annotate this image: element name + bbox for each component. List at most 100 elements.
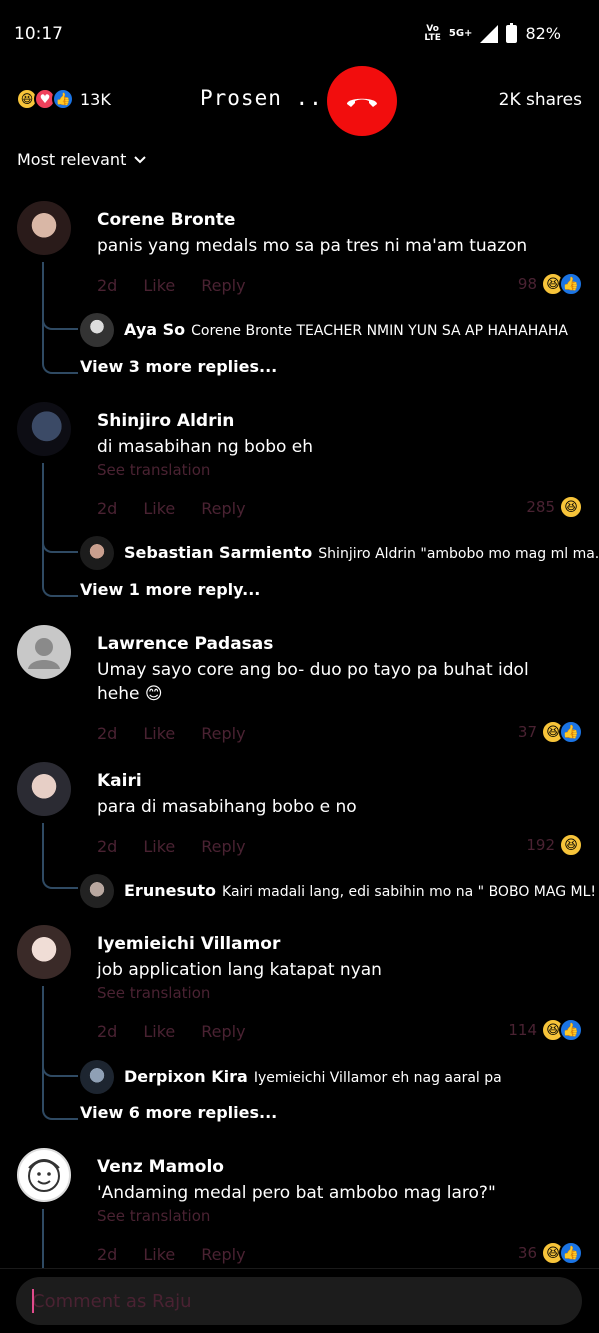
reaction-number: 37 xyxy=(517,723,537,741)
reaction-count[interactable]: 192 😆 xyxy=(526,833,583,857)
reaction-number: 36 xyxy=(517,1244,537,1262)
view-more-replies[interactable]: View 6 more replies... xyxy=(80,1103,277,1122)
avatar[interactable] xyxy=(17,625,71,679)
thread-branch xyxy=(42,1086,78,1120)
reply-button[interactable]: Reply xyxy=(201,1022,245,1041)
end-call-button[interactable] xyxy=(327,66,397,136)
comment-composer xyxy=(0,1268,599,1333)
sort-label: Most relevant xyxy=(17,150,127,169)
avatar[interactable] xyxy=(80,874,114,908)
haha-reaction-icon: 😆 xyxy=(559,495,583,519)
comment-time: 2d xyxy=(97,1245,118,1264)
avatar[interactable] xyxy=(17,762,71,816)
comment-input[interactable] xyxy=(16,1277,582,1325)
like-button[interactable]: Like xyxy=(143,837,175,856)
comment-text: di masabihan ng bobo eh xyxy=(97,437,314,457)
reaction-count: 13K xyxy=(80,89,111,109)
default-avatar-icon xyxy=(28,638,60,669)
see-translation-link[interactable]: See translation xyxy=(97,461,210,479)
like-button[interactable]: Like xyxy=(143,724,175,743)
reply-text: Iyemieichi Villamor eh nag aaral pa xyxy=(253,1070,502,1086)
like-reaction-icon: 👍 xyxy=(52,88,74,110)
comment-actions: 2d Like Reply xyxy=(97,837,246,856)
avatar[interactable] xyxy=(17,201,71,255)
reaction-count[interactable]: 36 😆 👍 xyxy=(518,1241,583,1265)
reply-button[interactable]: Reply xyxy=(201,499,245,518)
comment-text: 'Andaming medal pero bat ambobo mag laro… xyxy=(97,1183,496,1203)
page-title: Prosen ... xyxy=(200,86,337,110)
reaction-summary[interactable]: 😆 ♥ 👍 13K xyxy=(16,88,111,110)
reaction-number: 114 xyxy=(508,1021,537,1039)
reply-text: Shinjiro Aldrin "ambobo mo mag ml ma... xyxy=(318,546,599,562)
avatar[interactable] xyxy=(80,1060,114,1094)
status-bar: 10:17 Vo LTE 5G+ 82% xyxy=(0,0,599,70)
reply-author: Erunesuto xyxy=(124,881,217,900)
comment-text: panis yang medals mo sa pa tres ni ma'am… xyxy=(97,236,528,256)
reply-preview[interactable]: Sebastian Sarmiento Shinjiro Aldrin "ambo… xyxy=(124,543,599,562)
reply-button[interactable]: Reply xyxy=(201,837,245,856)
comment-author[interactable]: Venz Mamolo xyxy=(97,1157,224,1177)
comment-author[interactable]: Corene Bronte xyxy=(97,210,235,230)
thread-branch xyxy=(42,520,78,553)
comment-text: Umay sayo core ang bo- duo po tayo pa bu… xyxy=(97,660,529,704)
reply-preview[interactable]: Derpixon Kira Iyemieichi Villamor eh nag … xyxy=(124,1067,502,1086)
avatar[interactable] xyxy=(80,313,114,347)
comment-time: 2d xyxy=(97,276,118,295)
reaction-number: 98 xyxy=(517,275,537,293)
comment-actions: 2d Like Reply xyxy=(97,276,246,295)
reaction-count[interactable]: 285 😆 xyxy=(526,495,583,519)
thread-branch xyxy=(42,1045,78,1077)
status-time: 10:17 xyxy=(14,24,63,44)
reaction-number: 192 xyxy=(526,836,555,854)
reaction-count[interactable]: 98 😆 👍 xyxy=(518,272,583,296)
comment-text: para di masabihang bobo e no xyxy=(97,797,357,817)
see-translation-link[interactable]: See translation xyxy=(97,984,210,1002)
reaction-count[interactable]: 37 😆 👍 xyxy=(518,720,583,744)
comment-time: 2d xyxy=(97,724,118,743)
comment-author[interactable]: Kairi xyxy=(97,771,142,791)
sort-dropdown[interactable]: Most relevant xyxy=(17,150,147,169)
haha-reaction-icon: 😆 xyxy=(559,833,583,857)
comment-actions: 2d Like Reply xyxy=(97,1022,246,1041)
cartoon-face-icon xyxy=(28,1159,60,1192)
like-reaction-icon: 👍 xyxy=(559,720,583,744)
view-more-replies[interactable]: View 1 more reply... xyxy=(80,580,260,599)
network-type: 5G+ xyxy=(448,28,473,39)
reply-text: Kairi madali lang, edi sabihin mo na " B… xyxy=(222,884,599,900)
volte-icon: Vo LTE xyxy=(424,23,441,43)
view-more-replies[interactable]: View 3 more replies... xyxy=(80,357,277,376)
comment-actions: 2d Like Reply xyxy=(97,499,246,518)
avatar[interactable] xyxy=(17,1148,71,1202)
comment-author[interactable]: Iyemieichi Villamor xyxy=(97,934,280,954)
like-reaction-icon: 👍 xyxy=(559,1018,583,1042)
reaction-count[interactable]: 114 😆 👍 xyxy=(508,1018,583,1042)
reply-author: Aya So xyxy=(124,320,186,339)
like-button[interactable]: Like xyxy=(143,276,175,295)
like-button[interactable]: Like xyxy=(143,1022,175,1041)
signal-icon xyxy=(480,24,499,43)
reply-preview[interactable]: Aya So Corene Bronte TEACHER NMIN YUN SA … xyxy=(124,320,568,339)
see-translation-link[interactable]: See translation xyxy=(97,1207,210,1225)
reply-author: Sebastian Sarmiento xyxy=(124,543,313,562)
reaction-number: 285 xyxy=(526,498,555,516)
battery-icon xyxy=(506,22,518,43)
reply-button[interactable]: Reply xyxy=(201,724,245,743)
avatar[interactable] xyxy=(80,536,114,570)
comment-author[interactable]: Shinjiro Aldrin xyxy=(97,411,234,431)
avatar[interactable] xyxy=(17,402,71,456)
chevron-down-icon xyxy=(134,155,147,163)
reply-text: Corene Bronte TEACHER NMIN YUN SA AP HAH… xyxy=(191,323,568,339)
comment-author[interactable]: Lawrence Padasas xyxy=(97,634,273,654)
thread-branch xyxy=(42,823,78,889)
like-button[interactable]: Like xyxy=(143,1245,175,1264)
reply-button[interactable]: Reply xyxy=(201,276,245,295)
avatar[interactable] xyxy=(17,925,71,979)
reply-button[interactable]: Reply xyxy=(201,1245,245,1264)
like-reaction-icon: 👍 xyxy=(559,272,583,296)
shares-count[interactable]: 2K shares xyxy=(499,90,582,110)
hang-up-icon xyxy=(347,98,377,107)
like-button[interactable]: Like xyxy=(143,499,175,518)
reply-preview[interactable]: Erunesuto Kairi madali lang, edi sabihin … xyxy=(124,881,599,900)
comment-time: 2d xyxy=(97,499,118,518)
reply-author: Derpixon Kira xyxy=(124,1067,248,1086)
